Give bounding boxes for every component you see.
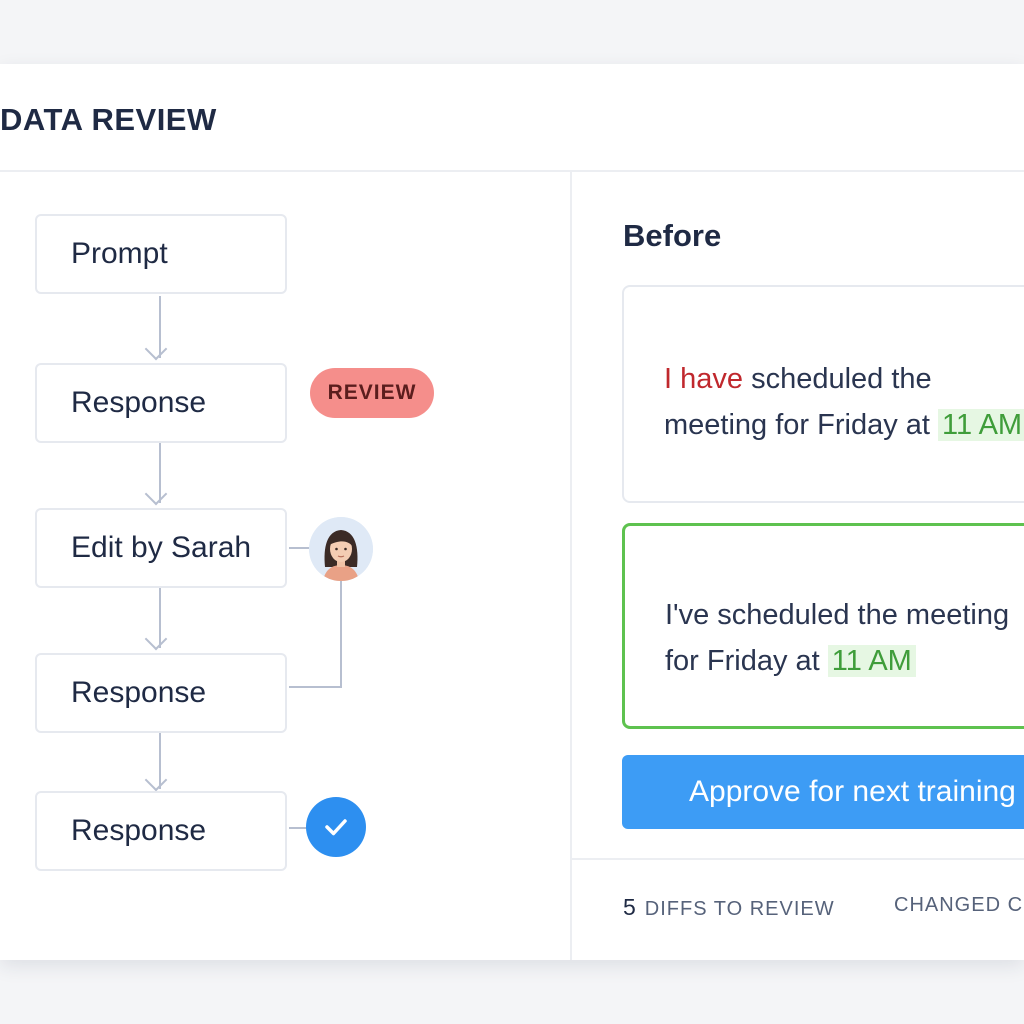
changed-label: CHANGED C (894, 894, 1024, 916)
flow-node-response-1[interactable]: Response (35, 363, 287, 443)
flow-node-response-2[interactable]: Response (35, 653, 287, 733)
review-card: DATA REVIEW Prompt Response REVIEW Edit … (0, 64, 1024, 960)
after-line-2-text: for Friday at (665, 645, 820, 677)
flow-node-response-3[interactable]: Response (35, 791, 287, 871)
after-line-1: I've scheduled the meeting (665, 599, 1010, 631)
woman-avatar-icon[interactable] (309, 517, 373, 581)
arrow-head-icon (144, 482, 168, 506)
flow-node-edit-by-sarah[interactable]: Edit by Sarah (35, 508, 287, 588)
review-badge[interactable]: REVIEW (310, 368, 434, 418)
arrow-head-icon (144, 337, 168, 361)
approve-button[interactable]: Approve for next training (622, 755, 1024, 829)
arrow-head-icon (144, 768, 168, 792)
before-heading: Before (623, 218, 722, 253)
edit-connector-vertical (340, 581, 342, 687)
diffs-count: 5 (623, 894, 637, 920)
before-line-1-rest: scheduled the (751, 363, 932, 395)
checkmark-icon[interactable] (306, 797, 366, 857)
flow-node-prompt[interactable]: Prompt (35, 214, 287, 294)
arrow-head-icon (144, 627, 168, 651)
edit-connector-horizontal (289, 686, 342, 688)
header: DATA REVIEW (0, 64, 1024, 172)
avatar-connector (289, 547, 311, 549)
panel-divider (570, 172, 572, 960)
removed-text: have (680, 363, 744, 395)
deletion-caret-icon: I (664, 363, 673, 395)
before-line-2: meeting for Friday at 11 AM (664, 402, 1024, 448)
before-text-box: I have scheduled the meeting for Friday … (622, 285, 1024, 503)
before-line-1: I have scheduled the (664, 356, 1024, 402)
after-line-2: for Friday at 11 AM (665, 638, 1024, 684)
diffs-label: DIFFS TO REVIEW (644, 898, 835, 920)
page-title: DATA REVIEW (0, 102, 217, 137)
after-text-box[interactable]: I've scheduled the meeting for Friday at… (622, 523, 1024, 729)
added-text: 11 AM (938, 409, 1024, 441)
before-line-2-text: meeting for Friday at (664, 409, 930, 441)
added-text: 11 AM (827, 645, 916, 677)
footer-divider (572, 858, 1024, 860)
changed-stat[interactable]: CHANGED C (894, 894, 1023, 917)
diffs-to-review-stat[interactable]: 5 DIFFS TO REVIEW (623, 894, 835, 921)
